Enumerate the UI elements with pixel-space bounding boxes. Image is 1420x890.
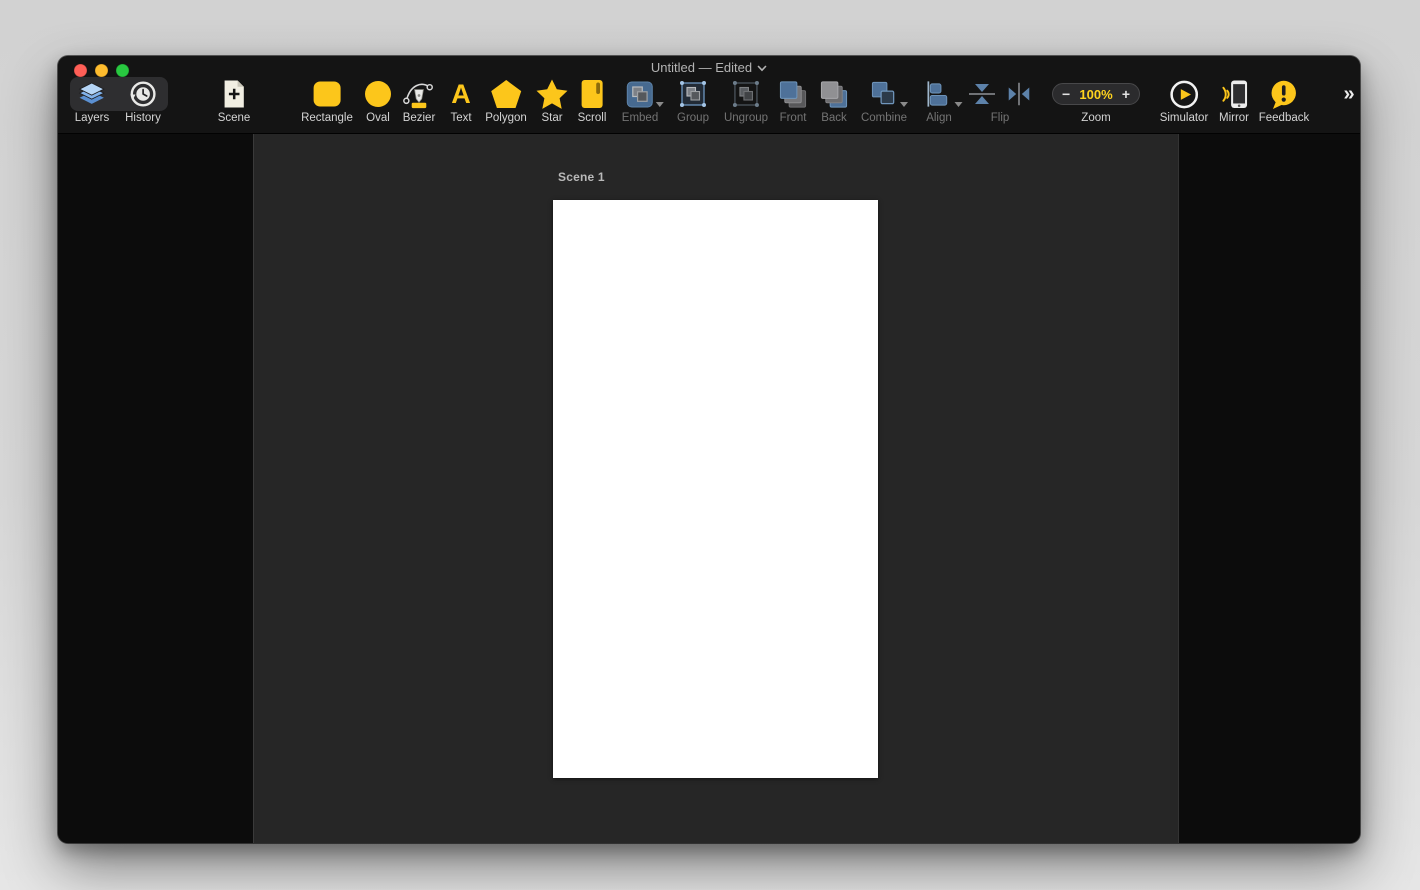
combine-icon bbox=[870, 77, 908, 111]
feedback-bubble-icon bbox=[1269, 77, 1299, 111]
toolbar-button-flip-label: Flip bbox=[990, 112, 1010, 124]
window-title: Untitled — Edited bbox=[650, 60, 753, 75]
scene-name-label[interactable]: Scene 1 bbox=[558, 170, 605, 184]
simulator-play-icon bbox=[1168, 77, 1199, 111]
star-icon bbox=[536, 77, 568, 111]
toolbar-button-scene[interactable]: Scene bbox=[217, 77, 251, 124]
titlebar: Untitled — Edited bbox=[58, 60, 1360, 75]
scene-stage: Scene 1 bbox=[254, 134, 1178, 843]
toolbar-button-simulator-label: Simulator bbox=[1159, 112, 1209, 124]
app-window: Untitled — Edited Layers History Scene R… bbox=[58, 56, 1360, 843]
toolbar-button-embed[interactable]: Embed bbox=[621, 77, 664, 124]
left-panel bbox=[58, 134, 253, 843]
bezier-pen-icon bbox=[402, 77, 437, 111]
toolbar-button-simulator[interactable]: Simulator bbox=[1159, 77, 1209, 124]
toolbar-button-back-label: Back bbox=[821, 112, 847, 124]
toolbar-button-text[interactable]: A Text bbox=[450, 77, 471, 124]
bring-to-front-icon bbox=[778, 77, 809, 111]
toolbar-button-feedback-label: Feedback bbox=[1258, 112, 1310, 124]
toolbar-button-flip[interactable]: Flip bbox=[967, 77, 1033, 124]
flip-icons bbox=[967, 77, 1033, 111]
toolbar-button-mirror-label: Mirror bbox=[1218, 112, 1250, 124]
tab-history-label: History bbox=[125, 112, 161, 124]
history-icon bbox=[129, 77, 157, 111]
toolbar-zoom-control: − 100% + Zoom bbox=[1052, 77, 1140, 124]
toolbar-button-group-label: Group bbox=[677, 112, 709, 124]
flip-vertical-icon bbox=[969, 84, 995, 104]
content-area: Scene 1 bbox=[58, 134, 1360, 843]
layers-icon bbox=[78, 77, 106, 111]
toolbar-button-combine-label: Combine bbox=[860, 112, 908, 124]
dropdown-caret-icon bbox=[655, 102, 664, 107]
toolbar-button-scroll-label: Scroll bbox=[577, 112, 607, 124]
mirror-phone-icon bbox=[1220, 77, 1249, 111]
toolbar-button-align-label: Align bbox=[926, 112, 952, 124]
toolbar-button-embed-label: Embed bbox=[621, 112, 659, 124]
align-icon bbox=[925, 77, 963, 111]
toolbar-button-polygon[interactable]: Polygon bbox=[485, 77, 527, 124]
toolbar-button-back[interactable]: Back bbox=[819, 77, 850, 124]
text-tool-icon: A bbox=[451, 78, 471, 109]
toolbar-button-ungroup[interactable]: Ungroup bbox=[724, 77, 768, 124]
toolbar-button-group[interactable]: Group bbox=[677, 77, 709, 124]
zoom-stepper: − 100% + bbox=[1052, 83, 1140, 105]
window-chrome: Untitled — Edited Layers History Scene R… bbox=[58, 56, 1360, 134]
rectangle-icon bbox=[312, 77, 342, 111]
flip-horizontal-icon bbox=[1008, 82, 1030, 106]
dropdown-caret-icon bbox=[954, 102, 963, 107]
toolbar-button-scroll[interactable]: Scroll bbox=[577, 77, 607, 124]
toolbar-button-ungroup-label: Ungroup bbox=[723, 112, 769, 124]
toolbar-button-front[interactable]: Front bbox=[778, 77, 809, 124]
toolbar-button-polygon-label: Polygon bbox=[485, 112, 527, 124]
toolbar-button-star-label: Star bbox=[541, 112, 563, 124]
toolbar-button-star[interactable]: Star bbox=[536, 77, 568, 124]
toolbar-overflow-button[interactable]: » bbox=[1343, 83, 1354, 106]
toolbar-button-scene-label: Scene bbox=[217, 112, 251, 124]
add-scene-icon bbox=[221, 77, 246, 111]
toolbar-button-bezier-label: Bezier bbox=[402, 112, 436, 124]
toolbar-button-mirror[interactable]: Mirror bbox=[1219, 77, 1249, 124]
scene-artboard[interactable] bbox=[553, 200, 878, 778]
toolbar-button-feedback[interactable]: Feedback bbox=[1258, 77, 1310, 124]
zoom-out-button[interactable]: − bbox=[1062, 87, 1070, 101]
title-chevron-icon[interactable] bbox=[757, 60, 767, 75]
toolbar-button-text-label: Text bbox=[450, 112, 472, 124]
tab-layers-label: Layers bbox=[74, 112, 110, 124]
tab-layers[interactable]: Layers bbox=[74, 77, 110, 124]
canvas-area[interactable]: Scene 1 bbox=[254, 134, 1178, 843]
toolbar-button-oval[interactable]: Oval bbox=[364, 77, 392, 124]
embed-icon bbox=[626, 77, 664, 111]
oval-icon bbox=[364, 77, 392, 111]
group-icon bbox=[677, 77, 709, 111]
toolbar-button-rectangle-label: Rectangle bbox=[301, 112, 353, 124]
right-panel bbox=[1179, 134, 1360, 843]
toolbar-button-front-label: Front bbox=[779, 112, 807, 124]
dropdown-caret-icon bbox=[899, 102, 908, 107]
zoom-in-button[interactable]: + bbox=[1122, 87, 1130, 101]
polygon-icon bbox=[490, 77, 522, 111]
toolbar-button-rectangle[interactable]: Rectangle bbox=[301, 77, 353, 124]
toolbar-zoom-label: Zoom bbox=[1081, 112, 1111, 124]
send-to-back-icon bbox=[819, 77, 850, 111]
toolbar-button-align[interactable]: Align bbox=[925, 77, 963, 124]
scroll-view-icon bbox=[580, 77, 603, 111]
tab-history[interactable]: History bbox=[125, 77, 161, 124]
zoom-value: 100% bbox=[1079, 86, 1113, 102]
toolbar-button-bezier[interactable]: Bezier bbox=[402, 77, 437, 124]
toolbar-button-oval-label: Oval bbox=[366, 112, 390, 124]
toolbar-button-combine[interactable]: Combine bbox=[860, 77, 908, 124]
ungroup-icon bbox=[730, 77, 762, 111]
